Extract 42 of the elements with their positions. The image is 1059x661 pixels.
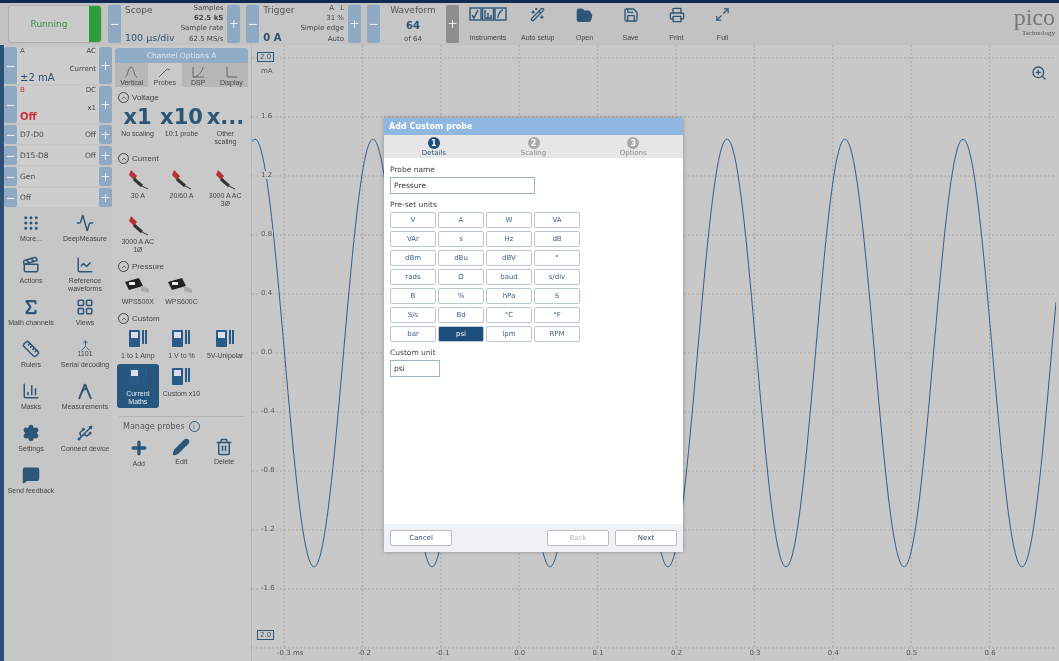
dialog-title: Add Custom probe bbox=[384, 118, 683, 135]
step-number: 2 bbox=[527, 137, 540, 149]
usb-icon bbox=[76, 424, 94, 442]
clapperboard-icon bbox=[22, 256, 40, 274]
trigger-value: 0 A bbox=[263, 32, 282, 43]
merge-arrows-icon bbox=[79, 340, 91, 352]
scope-label: Scope bbox=[125, 5, 153, 15]
axis-icon bbox=[223, 65, 239, 79]
wand-icon bbox=[530, 7, 546, 22]
logo: pico bbox=[1013, 5, 1055, 29]
wave-icon bbox=[76, 214, 94, 232]
sigma-icon bbox=[22, 298, 40, 316]
dots-grid-icon bbox=[22, 214, 40, 232]
curve-icon bbox=[190, 65, 206, 79]
instruments-icon bbox=[469, 7, 508, 21]
settings-icon bbox=[22, 424, 40, 442]
section-header[interactable]: Pressure bbox=[115, 256, 167, 275]
folder-icon bbox=[576, 7, 593, 24]
zoom-icon[interactable] bbox=[1031, 65, 1047, 81]
grid-icon bbox=[76, 298, 94, 316]
channel-range: Off bbox=[20, 111, 37, 122]
sine-icon bbox=[124, 65, 140, 79]
message-icon bbox=[22, 466, 40, 484]
timebase-value: 100 µs/div bbox=[125, 32, 175, 43]
trigger-label: Trigger bbox=[263, 5, 295, 15]
step-number: 1 bbox=[427, 137, 440, 149]
channel-range: ±2 mA bbox=[20, 72, 55, 83]
waveform-count: 64 bbox=[406, 19, 420, 31]
pencil-icon bbox=[172, 438, 191, 457]
save-icon bbox=[622, 7, 639, 23]
trash-icon bbox=[215, 438, 234, 457]
step-number: 3 bbox=[627, 137, 640, 149]
manage-probes-label: Manage probes bbox=[123, 422, 185, 432]
printer-icon bbox=[668, 7, 685, 23]
section-header[interactable]: Current bbox=[115, 148, 162, 167]
section-header[interactable]: Custom bbox=[115, 308, 163, 327]
chart-icon bbox=[76, 256, 94, 274]
compass-icon bbox=[77, 382, 93, 400]
fullscreen-icon bbox=[715, 7, 730, 22]
waveform-label: Waveform bbox=[390, 5, 436, 15]
section-header[interactable]: Voltage bbox=[115, 87, 162, 105]
ruler-icon bbox=[22, 340, 40, 358]
